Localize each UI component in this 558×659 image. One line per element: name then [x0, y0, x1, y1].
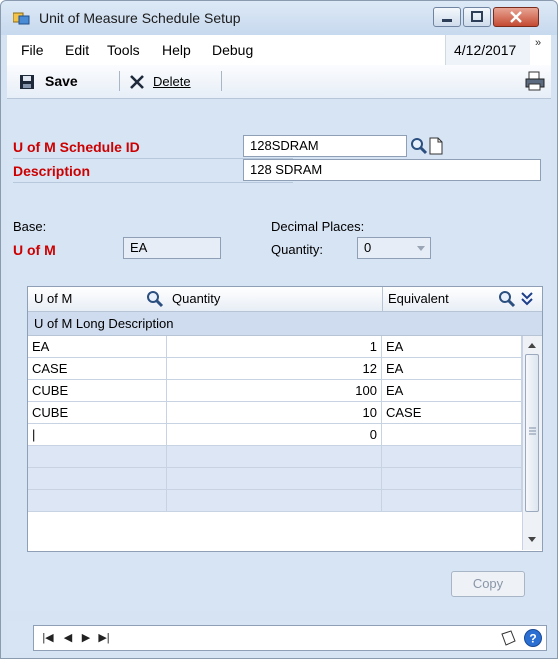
- quantity-decimal-value: 0: [364, 240, 372, 255]
- save-label: Save: [45, 73, 78, 89]
- decimal-places-label: Decimal Places:: [271, 219, 365, 234]
- more-icon[interactable]: »: [535, 37, 541, 49]
- minimize-icon: [442, 19, 452, 22]
- grid-cell-equivalent[interactable]: CASE: [382, 402, 522, 424]
- save-button[interactable]: Save: [19, 69, 119, 93]
- col-header-uom[interactable]: U of M: [34, 291, 72, 306]
- scroll-up-icon[interactable]: [527, 341, 537, 349]
- grid-cell-quantity[interactable]: 0: [167, 424, 382, 446]
- title-bar: Unit of Measure Schedule Setup: [1, 1, 557, 35]
- menu-debug[interactable]: Debug: [212, 42, 253, 58]
- window-title: Unit of Measure Schedule Setup: [39, 10, 241, 26]
- grid-cell-uom[interactable]: [28, 446, 167, 468]
- user-date[interactable]: 4/12/2017: [445, 35, 530, 65]
- app-icon: [13, 12, 30, 25]
- grid-cell-equivalent[interactable]: EA: [382, 336, 522, 358]
- next-record-icon[interactable]: ▶: [76, 628, 96, 648]
- grid-cell-quantity[interactable]: 12: [167, 358, 382, 380]
- grid-cell-equivalent[interactable]: [382, 468, 522, 490]
- toolbar: Save Delete: [7, 65, 551, 99]
- col-header-equivalent[interactable]: Equivalent: [388, 291, 449, 306]
- toolbar-divider: [221, 71, 222, 91]
- grid-cell-uom[interactable]: [28, 490, 167, 512]
- lookup-icon[interactable]: [410, 137, 428, 155]
- delete-label: Delete: [153, 74, 191, 89]
- delete-button[interactable]: Delete: [129, 69, 215, 93]
- grid-cell-uom[interactable]: EA: [28, 336, 167, 358]
- base-label: Base:: [13, 219, 47, 234]
- grid-cell-uom[interactable]: CUBE: [28, 402, 167, 424]
- uom-label: U of M: [13, 242, 56, 258]
- save-icon: [20, 75, 34, 89]
- grid-cell-equivalent[interactable]: EA: [382, 380, 522, 402]
- uom-grid: U of M Quantity Equivalent U of M Long D…: [27, 286, 543, 552]
- col-header-long-description[interactable]: U of M Long Description: [34, 316, 173, 331]
- schedule-id-field[interactable]: 128SDRAM: [243, 135, 407, 157]
- quantity-decimal-select[interactable]: 0: [357, 237, 431, 259]
- lookup-icon[interactable]: [498, 290, 516, 308]
- print-icon[interactable]: [525, 71, 545, 91]
- maximize-icon: [471, 11, 483, 22]
- grid-cell-equivalent[interactable]: [382, 490, 522, 512]
- grid-scrollbar[interactable]: [522, 336, 542, 550]
- grid-cell-equivalent[interactable]: [382, 446, 522, 468]
- record-navigator: |◀ ◀ ▶ ▶|: [33, 625, 547, 651]
- note-icon[interactable]: [499, 629, 517, 647]
- menu-bar: File Edit Tools Help Debug 4/12/2017 »: [7, 35, 551, 66]
- help-icon[interactable]: ?: [523, 628, 543, 648]
- grid-header-secondary: U of M Long Description: [28, 312, 542, 336]
- grid-cell-equivalent[interactable]: EA: [382, 358, 522, 380]
- scroll-down-icon[interactable]: [527, 536, 537, 544]
- divider: [13, 182, 293, 183]
- close-icon: [510, 11, 522, 23]
- uom-field[interactable]: EA: [123, 237, 221, 259]
- grip-icon: [529, 427, 536, 435]
- grid-cell-uom[interactable]: CASE: [28, 358, 167, 380]
- close-button[interactable]: [493, 7, 539, 27]
- grid-cell-uom[interactable]: CUBE: [28, 380, 167, 402]
- menu-help[interactable]: Help: [162, 42, 191, 58]
- copy-button[interactable]: Copy: [451, 571, 525, 597]
- grid-cell-quantity[interactable]: 1: [167, 336, 382, 358]
- lookup-icon[interactable]: [146, 290, 164, 308]
- scroll-thumb[interactable]: [525, 354, 539, 512]
- new-note-icon[interactable]: [428, 137, 444, 155]
- grid-cell-quantity[interactable]: [167, 490, 382, 512]
- navigation-bar: |◀ ◀ ▶ ▶| ?: [7, 621, 551, 653]
- grid-cell-quantity[interactable]: [167, 446, 382, 468]
- grid-cell-uom[interactable]: [28, 468, 167, 490]
- schedule-id-label: U of M Schedule ID: [13, 139, 140, 155]
- last-record-icon[interactable]: ▶|: [94, 628, 114, 648]
- previous-record-icon[interactable]: ◀: [58, 628, 78, 648]
- window: Unit of Measure Schedule Setup File Edit…: [0, 0, 558, 659]
- menu-edit[interactable]: Edit: [65, 42, 89, 58]
- grid-cell-uom[interactable]: |: [28, 424, 167, 446]
- grid-cell-quantity[interactable]: [167, 468, 382, 490]
- description-label: Description: [13, 163, 91, 179]
- grid-header: U of M Quantity Equivalent: [28, 287, 542, 312]
- menu-file[interactable]: File: [21, 42, 44, 58]
- minimize-button[interactable]: [433, 7, 461, 27]
- toolbar-divider: [119, 71, 120, 91]
- grid-cell-quantity[interactable]: 10: [167, 402, 382, 424]
- maximize-button[interactable]: [463, 7, 491, 27]
- first-record-icon[interactable]: |◀: [38, 628, 58, 648]
- delete-icon: [130, 75, 144, 89]
- grid-cell-equivalent[interactable]: [382, 424, 522, 446]
- chevron-down-icon: [417, 246, 425, 251]
- menu-tools[interactable]: Tools: [107, 42, 140, 58]
- user-date-label: 4/12/2017: [454, 42, 517, 58]
- description-field[interactable]: 128 SDRAM: [243, 159, 541, 181]
- grid-cell-quantity[interactable]: 100: [167, 380, 382, 402]
- expand-icon[interactable]: [520, 291, 534, 307]
- divider: [382, 287, 383, 311]
- col-header-quantity[interactable]: Quantity: [172, 291, 220, 306]
- svg-text:?: ?: [529, 632, 536, 646]
- quantity-decimal-label: Quantity:: [271, 242, 324, 257]
